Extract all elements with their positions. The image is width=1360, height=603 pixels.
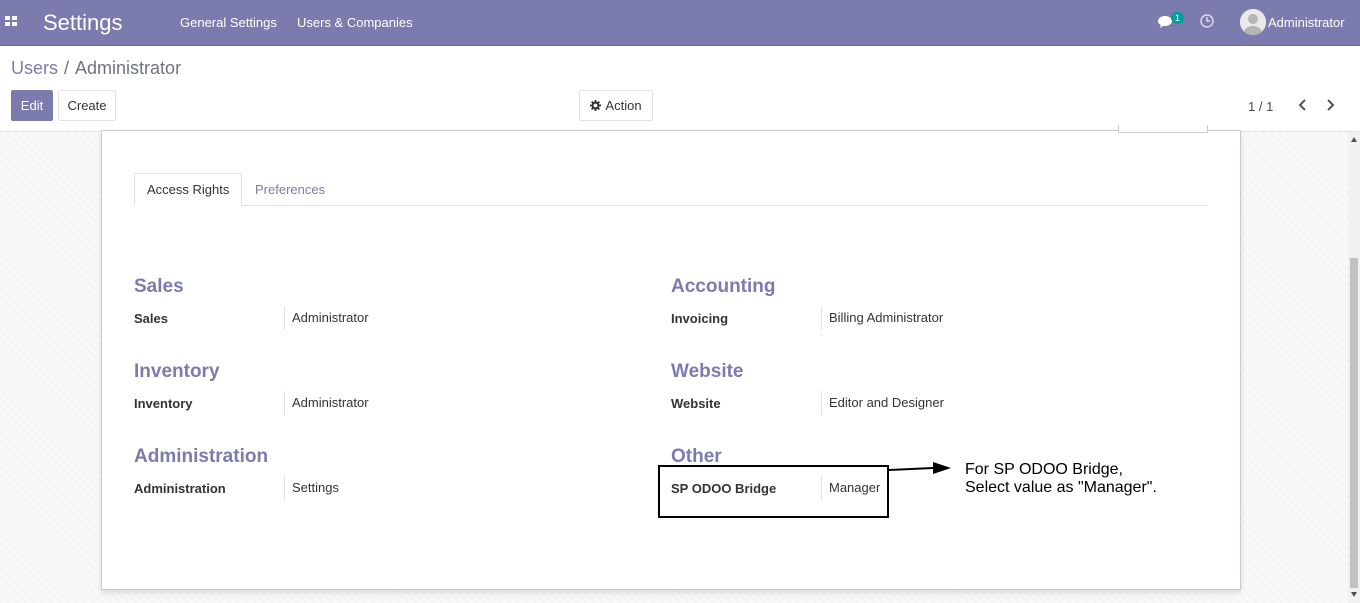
annotation-note-line1: For SP ODOO Bridge, [965,461,1123,478]
group-title-administration: Administration [134,446,269,467]
chat-count-badge: 1 [1171,12,1185,24]
top-navbar: Settings General Settings Users & Compan… [0,0,1360,46]
breadcrumb: Users / Administrator [11,58,181,79]
field-value-inventory[interactable]: Administrator [284,391,369,415]
menu-general-settings[interactable]: General Settings [180,15,277,30]
group-title-sales: Sales [134,276,184,297]
annotation-highlight-box [658,465,889,518]
user-name[interactable]: Administrator [1268,15,1345,30]
form-content-area: Access Rights Preferences Sales Sales Ad… [0,125,1348,603]
pager-value[interactable]: 1 / 1 [1248,99,1273,114]
breadcrumb-current: Administrator [75,58,182,78]
annotation-arrow [889,462,951,474]
group-title-accounting: Accounting [671,276,776,297]
group-title-inventory: Inventory [134,361,220,382]
clock-icon[interactable] [1200,14,1214,28]
vertical-scrollbar[interactable] [1348,132,1360,603]
group-title-website: Website [671,361,744,382]
notebook-tabs: Access Rights Preferences [134,173,1208,206]
edit-button[interactable]: Edit [11,90,53,121]
scrollbar-thumb[interactable] [1350,258,1358,588]
create-button[interactable]: Create [58,90,116,121]
app-title[interactable]: Settings [43,10,123,36]
chevron-left-icon[interactable] [1296,98,1310,112]
field-value-sales[interactable]: Administrator [284,306,369,330]
scroll-up-arrow-icon[interactable] [1351,137,1357,142]
avatar[interactable] [1240,9,1266,35]
field-label-sales: Sales [134,311,168,326]
annotation-note-line2: Select value as "Manager". [965,479,1157,496]
field-label-administration: Administration [134,481,226,496]
field-label-website: Website [671,396,721,411]
action-button[interactable]: Action [579,90,653,121]
gear-icon [590,100,602,111]
field-label-invoicing: Invoicing [671,311,729,326]
control-panel: Users / Administrator Edit Create Action 1… [0,46,1360,132]
annotation-note: For SP ODOO Bridge, Select value as "Man… [965,461,1157,497]
form-sheet: Access Rights Preferences Sales Sales Ad… [101,125,1241,590]
chevron-right-icon[interactable] [1323,98,1337,112]
breadcrumb-separator: / [64,58,70,78]
tab-access-rights[interactable]: Access Rights [134,173,243,206]
field-value-website[interactable]: Editor and Designer [821,391,944,415]
action-label: Action [605,98,642,113]
breadcrumb-users-link[interactable]: Users [11,58,58,78]
menu-users-companies[interactable]: Users & Companies [297,15,413,30]
field-label-inventory: Inventory [134,396,193,411]
apps-grid-icon[interactable] [5,16,18,27]
scroll-down-arrow-icon[interactable] [1351,592,1357,597]
tab-preferences[interactable]: Preferences [243,173,337,206]
field-value-administration[interactable]: Settings [284,476,339,500]
sheet-button-partial[interactable] [1118,125,1208,133]
field-value-invoicing[interactable]: Billing Administrator [821,306,943,330]
